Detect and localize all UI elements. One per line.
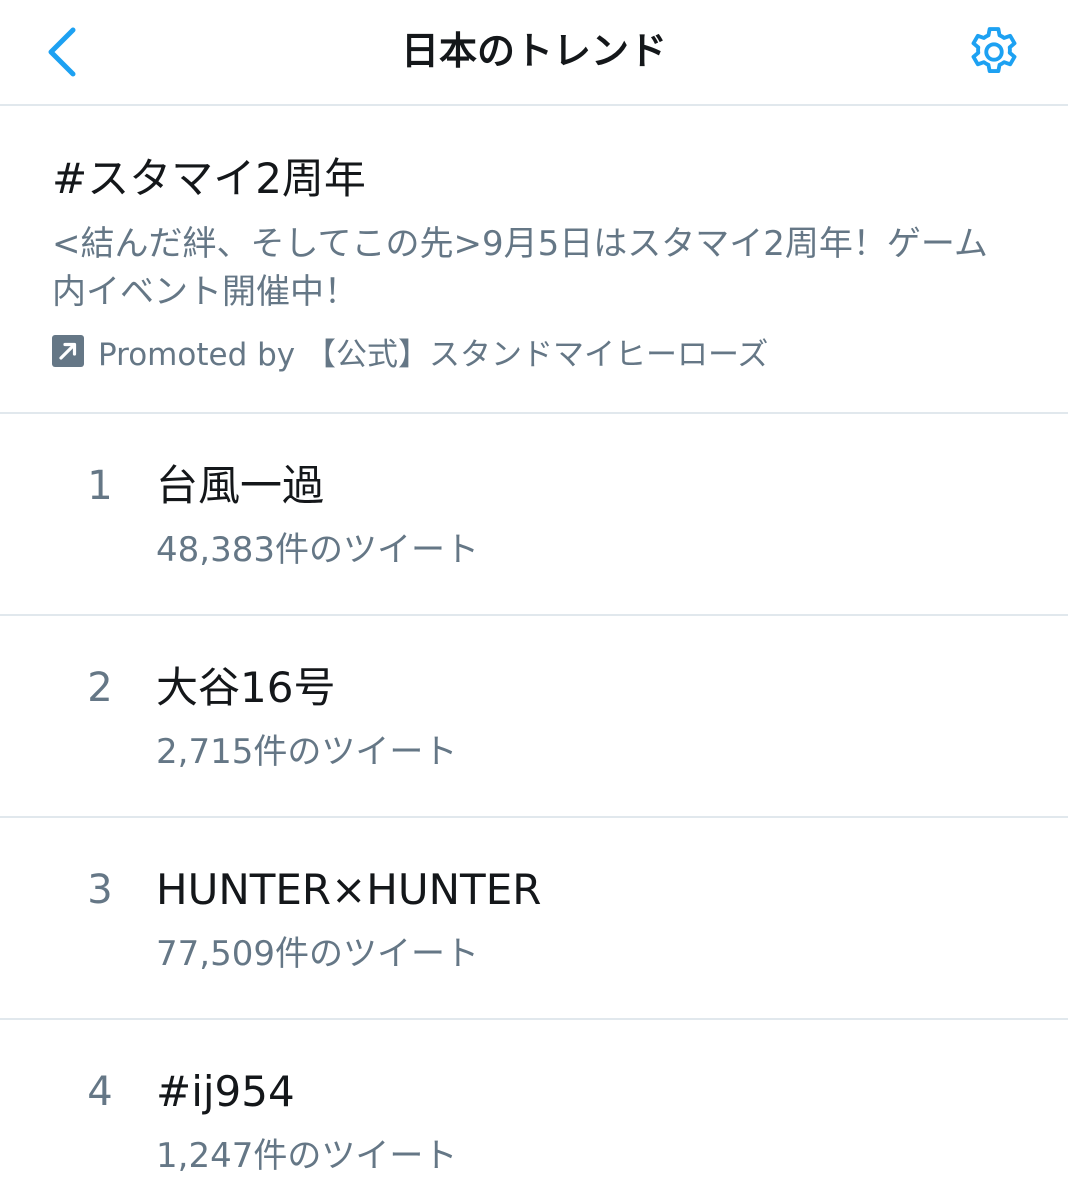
promoted-trend-description: <結んだ絆、そしてこの先>9月5日はスタマイ2周年！ゲーム内イベント開催中！ (52, 224, 988, 312)
trend-name: 大谷16号 (156, 663, 336, 712)
page-title: 日本のトレンド (400, 29, 667, 73)
trend-tweet-count: 48,383件のツイート (156, 530, 479, 570)
promoted-arrow-icon (52, 335, 84, 367)
trend-name: 台風一過 (156, 461, 325, 510)
gear-icon (971, 27, 1017, 74)
trend-rank: 3 (87, 867, 113, 913)
promoted-trend[interactable]: #スタマイ2周年 <結んだ絆、そしてこの先>9月5日はスタマイ2周年！ゲーム内イ… (0, 106, 1068, 414)
trend-item[interactable]: 1 台風一過 48,383件のツイート (0, 414, 1068, 616)
trend-name: #ij954 (156, 1067, 295, 1116)
promoted-by-line: Promoted by 【公式】スタンドマイヒーローズ (52, 328, 768, 374)
promoted-trend-title: #スタマイ2周年 (52, 154, 366, 203)
trend-rank: 1 (87, 463, 113, 509)
trend-item[interactable]: 4 #ij954 1,247件のツイート (0, 1020, 1068, 1200)
trend-tweet-count: 1,247件のツイート (156, 1136, 458, 1176)
trend-tweet-count: 2,715件のツイート (156, 732, 458, 772)
navigation-bar: 日本のトレンド (0, 0, 1068, 106)
trend-item[interactable]: 3 HUNTER×HUNTER 77,509件のツイート (0, 818, 1068, 1020)
trend-rank: 4 (87, 1069, 113, 1115)
trend-name: HUNTER×HUNTER (156, 865, 542, 914)
settings-button[interactable] (960, 18, 1028, 86)
trend-item[interactable]: 2 大谷16号 2,715件のツイート (0, 616, 1068, 818)
trend-rank: 2 (87, 665, 113, 711)
promoted-by-text: Promoted by 【公式】スタンドマイヒーローズ (98, 336, 769, 373)
trend-tweet-count: 77,509件のツイート (156, 934, 479, 974)
